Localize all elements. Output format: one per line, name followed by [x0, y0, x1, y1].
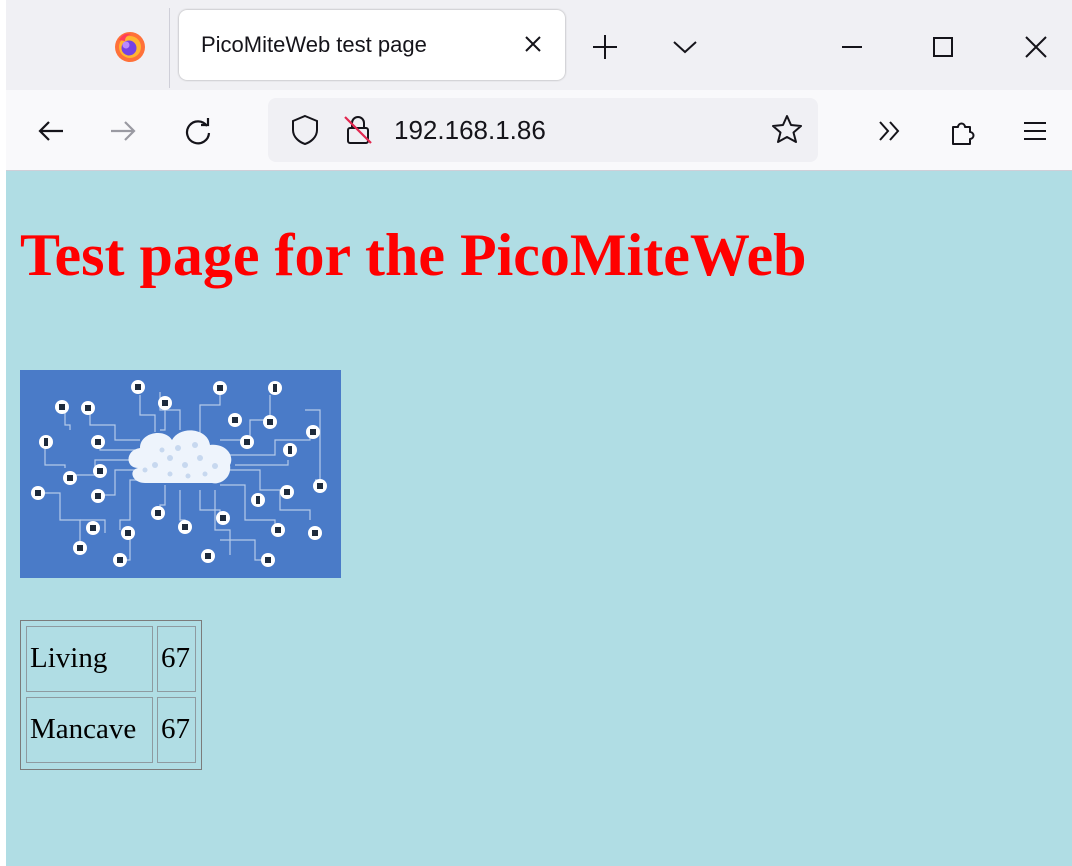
table-cell-value: 67 — [157, 626, 196, 692]
shield-icon[interactable] — [288, 113, 322, 147]
overflow-icon[interactable] — [872, 114, 906, 148]
url-text[interactable]: 192.168.1.86 — [394, 115, 546, 146]
page-heading: Test page for the PicoMiteWeb — [20, 222, 807, 288]
room-table: Living 67 Mancave 67 — [20, 620, 202, 770]
url-bar[interactable]: 192.168.1.86 — [268, 98, 818, 162]
network-cloud-image — [20, 370, 341, 578]
tab-separator — [169, 8, 170, 88]
forward-arrow-icon[interactable] — [106, 114, 140, 148]
close-icon[interactable] — [517, 28, 549, 60]
firefox-logo[interactable] — [113, 30, 147, 64]
plus-icon[interactable] — [589, 31, 621, 63]
minimize-icon[interactable] — [836, 31, 868, 63]
table-cell-room: Mancave — [26, 697, 153, 763]
insecure-lock-icon[interactable] — [341, 113, 375, 147]
menu-icon[interactable] — [1018, 114, 1052, 148]
page-viewport: Test page for the PicoMiteWeb Living 67 … — [6, 171, 1072, 866]
extensions-icon[interactable] — [947, 114, 981, 148]
back-arrow-icon[interactable] — [34, 114, 68, 148]
tab-bar: PicoMiteWeb test page — [6, 0, 1072, 90]
tab-active[interactable]: PicoMiteWeb test page — [179, 10, 565, 80]
reload-icon[interactable] — [181, 114, 215, 148]
chevron-down-icon[interactable] — [669, 31, 701, 63]
star-icon[interactable] — [770, 113, 804, 147]
navigation-toolbar: 192.168.1.86 — [6, 90, 1072, 171]
table-cell-room: Living — [26, 626, 153, 692]
window-close-icon[interactable] — [1020, 31, 1052, 63]
table-cell-value: 67 — [157, 697, 196, 763]
tab-title: PicoMiteWeb test page — [201, 32, 427, 57]
maximize-icon[interactable] — [927, 31, 959, 63]
